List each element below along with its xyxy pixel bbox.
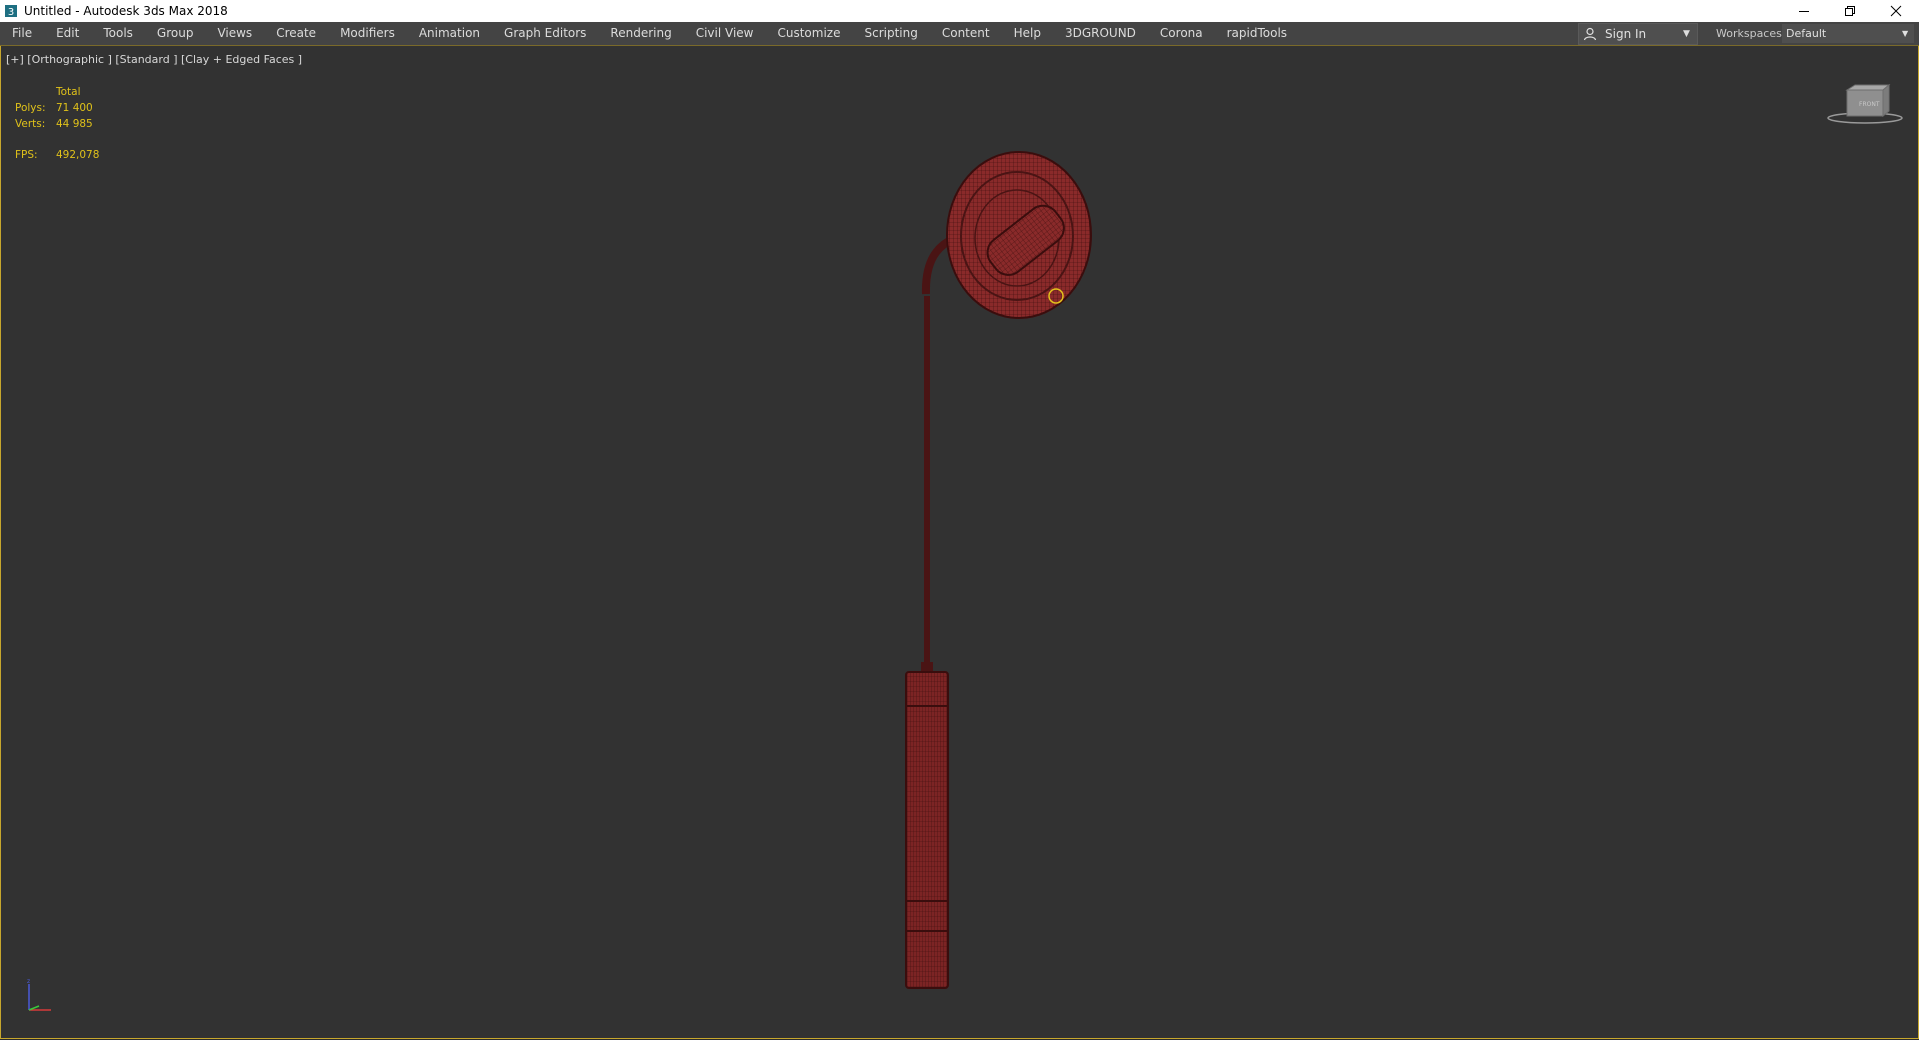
chevron-down-icon[interactable]: ▼	[1683, 29, 1697, 39]
lamp-model[interactable]	[1, 46, 1918, 1038]
menu-tools[interactable]: Tools	[91, 22, 145, 45]
sign-in-label: Sign In	[1605, 27, 1647, 41]
menu-edit[interactable]: Edit	[44, 22, 91, 45]
statistics-overlay: Total Polys: 71 400 Verts: 44 985 FPS: 4…	[15, 84, 99, 163]
menu-modifiers[interactable]: Modifiers	[328, 22, 407, 45]
svg-text:3: 3	[8, 7, 14, 18]
workspaces-label: Workspaces:	[1716, 27, 1786, 40]
viewcube-icon[interactable]: FRONT	[1825, 82, 1905, 128]
chevron-down-icon: ▼	[1902, 29, 1909, 38]
svg-text:FRONT: FRONT	[1859, 101, 1880, 108]
orthographic-viewport[interactable]: [+] [Orthographic ] [Standard ] [Clay + …	[0, 46, 1919, 1039]
restore-icon[interactable]	[1827, 0, 1873, 22]
workspaces-value: Default	[1786, 27, 1827, 40]
menu-rapidtools[interactable]: rapidTools	[1215, 22, 1299, 45]
menu-civil-view[interactable]: Civil View	[684, 22, 766, 45]
menu-3dground[interactable]: 3DGROUND	[1053, 22, 1148, 45]
workspaces-dropdown[interactable]: Default ▼	[1782, 24, 1914, 43]
app-window: 3 Untitled - Autodesk 3ds Max 2018 File …	[0, 0, 1919, 1040]
axis-tripod-icon: z	[21, 978, 57, 1018]
menu-file[interactable]: File	[0, 22, 44, 45]
menu-corona[interactable]: Corona	[1148, 22, 1215, 45]
title-bar: 3 Untitled - Autodesk 3ds Max 2018	[0, 0, 1919, 22]
polys-value: 71 400	[56, 102, 93, 114]
window-controls	[1781, 0, 1919, 22]
user-icon	[1583, 27, 1601, 41]
minimize-icon[interactable]	[1781, 0, 1827, 22]
3ds-max-icon: 3	[4, 4, 18, 18]
viewport-label[interactable]: [+] [Orthographic ] [Standard ] [Clay + …	[6, 53, 302, 66]
svg-text:z: z	[27, 978, 30, 985]
verts-label: Verts:	[15, 118, 46, 130]
verts-value: 44 985	[56, 118, 93, 130]
menu-rendering[interactable]: Rendering	[598, 22, 683, 45]
menu-scripting[interactable]: Scripting	[852, 22, 929, 45]
menu-customize[interactable]: Customize	[765, 22, 852, 45]
menu-views[interactable]: Views	[205, 22, 264, 45]
window-title: Untitled - Autodesk 3ds Max 2018	[24, 4, 228, 18]
menu-content[interactable]: Content	[930, 22, 1002, 45]
polys-label: Polys:	[15, 102, 46, 114]
fps-label: FPS:	[15, 149, 38, 161]
close-icon[interactable]	[1873, 0, 1919, 22]
menu-group[interactable]: Group	[145, 22, 206, 45]
menu-help[interactable]: Help	[1002, 22, 1053, 45]
sign-in-button[interactable]: Sign In ▼	[1578, 23, 1698, 45]
menu-bar: File Edit Tools Group Views Create Modif…	[0, 22, 1919, 46]
menu-create[interactable]: Create	[264, 22, 328, 45]
menu-graph-editors[interactable]: Graph Editors	[492, 22, 598, 45]
fps-value: 492,078	[56, 149, 100, 161]
menu-animation[interactable]: Animation	[407, 22, 492, 45]
stats-header: Total	[56, 86, 81, 98]
